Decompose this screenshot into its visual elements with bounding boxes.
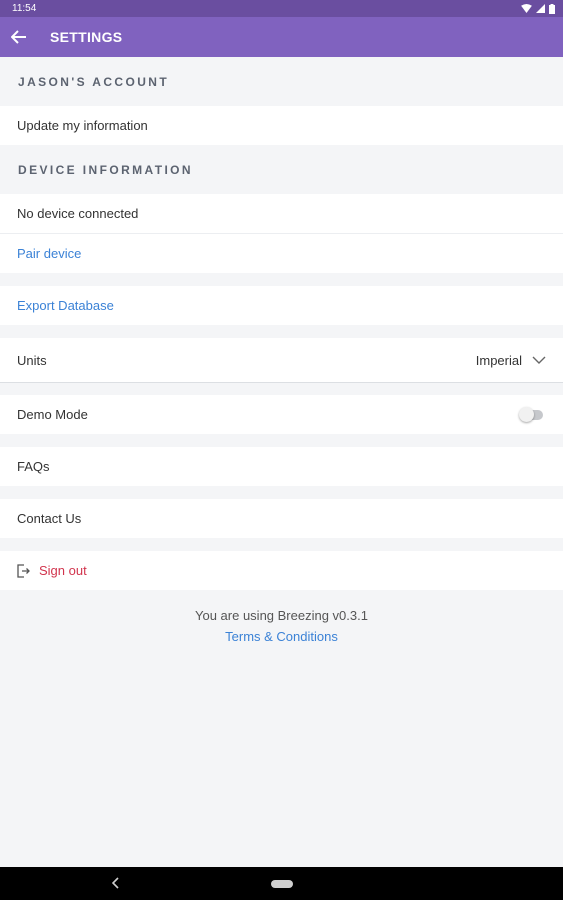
- device-status-label: No device connected: [17, 206, 139, 221]
- faqs-row[interactable]: FAQs: [0, 447, 563, 486]
- account-section-header: JASON'S ACCOUNT: [0, 57, 563, 106]
- units-row[interactable]: Units Imperial: [0, 338, 563, 382]
- export-database-link[interactable]: Export Database: [0, 286, 563, 325]
- chevron-down-icon: [532, 356, 546, 364]
- export-database-label: Export Database: [17, 298, 114, 313]
- sign-out-label: Sign out: [39, 563, 87, 578]
- update-info-row[interactable]: Update my information: [0, 106, 563, 145]
- wifi-icon: [521, 4, 532, 13]
- system-nav-bar: [0, 867, 563, 900]
- page-title: SETTINGS: [50, 29, 123, 45]
- demo-mode-toggle[interactable]: [519, 406, 543, 422]
- spacer: [0, 538, 563, 551]
- pair-device-link[interactable]: Pair device: [0, 234, 563, 273]
- units-select[interactable]: Imperial: [476, 353, 546, 368]
- units-label: Units: [17, 352, 47, 368]
- battery-icon: [549, 3, 555, 14]
- app-bar: SETTINGS: [0, 17, 563, 57]
- spacer: [0, 486, 563, 499]
- faqs-label: FAQs: [17, 459, 50, 474]
- terms-link[interactable]: Terms & Conditions: [0, 628, 563, 646]
- contact-label: Contact Us: [17, 511, 82, 526]
- device-status-row: No device connected: [0, 194, 563, 233]
- units-value: Imperial: [475, 352, 522, 368]
- contact-row[interactable]: Contact Us: [0, 499, 563, 538]
- nav-back-icon[interactable]: [112, 877, 120, 889]
- update-info-label: Update my information: [17, 118, 148, 133]
- sign-out-icon: [17, 563, 30, 578]
- demo-mode-label: Demo Mode: [17, 407, 88, 422]
- sign-out-button[interactable]: Sign out: [0, 551, 563, 590]
- spacer: [0, 273, 563, 286]
- status-icons: [521, 3, 555, 14]
- status-bar: 11:54: [0, 0, 563, 17]
- toggle-knob: [519, 406, 534, 422]
- back-button[interactable]: [8, 26, 30, 48]
- pair-device-label: Pair device: [17, 246, 82, 261]
- signal-icon: [536, 4, 545, 13]
- device-section-header: DEVICE INFORMATION: [0, 145, 563, 194]
- status-time: 11:54: [12, 3, 37, 14]
- spacer: [0, 382, 563, 395]
- nav-home-button[interactable]: [270, 879, 293, 888]
- back-arrow-icon: [11, 30, 26, 44]
- demo-mode-row: Demo Mode: [0, 395, 563, 434]
- version-text: You are using Breezing v0.3.1: [195, 608, 368, 623]
- spacer: [0, 325, 563, 338]
- spacer: [0, 434, 563, 447]
- footer: You are using Breezing v0.3.1 Terms & Co…: [0, 590, 563, 646]
